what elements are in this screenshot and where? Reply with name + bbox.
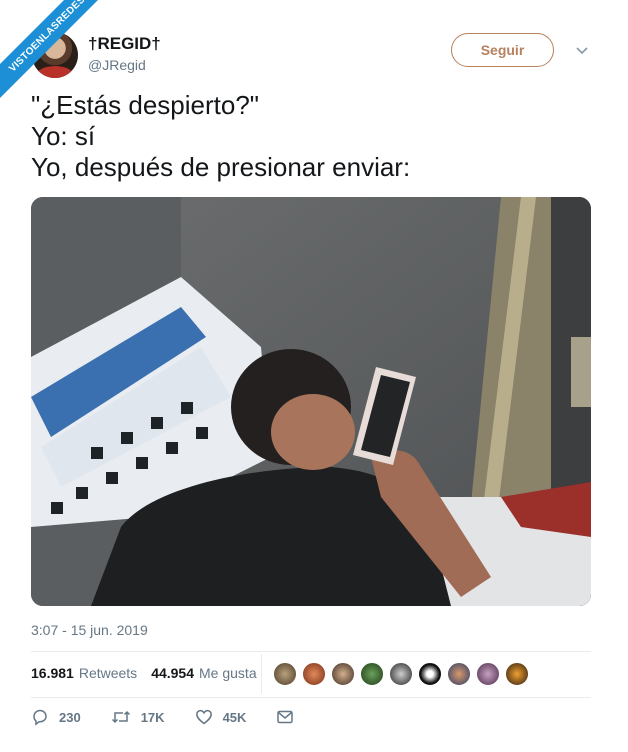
tweet-line: Yo, después de presionar enviar:: [31, 152, 411, 182]
divider: [31, 651, 591, 652]
avatar[interactable]: [476, 662, 500, 686]
chevron-down-icon[interactable]: [574, 42, 590, 58]
reply-count: 230: [59, 709, 81, 725]
engagement-stats: 16.981 Retweets 44.954 Me gusta: [31, 665, 257, 681]
like-button[interactable]: 45K: [195, 708, 247, 726]
stats-divider: [261, 654, 262, 694]
tweet-actions: 230 17K 45K: [31, 708, 334, 726]
retweet-count: 17K: [140, 709, 165, 725]
like-count: 45K: [222, 709, 247, 725]
tweet-line: Yo: sí: [31, 121, 96, 151]
envelope-icon: [277, 710, 294, 724]
retweets-count[interactable]: 16.981: [31, 665, 74, 681]
reply-button[interactable]: 230: [31, 708, 81, 726]
heart-icon: [195, 709, 212, 725]
avatar[interactable]: [389, 662, 413, 686]
retweet-icon: [111, 710, 130, 724]
tweet-photo[interactable]: [31, 197, 591, 606]
avatar[interactable]: [302, 662, 326, 686]
likes-count[interactable]: 44.954: [151, 665, 194, 681]
retweet-button[interactable]: 17K: [111, 708, 165, 726]
divider: [31, 697, 591, 698]
author-display-name[interactable]: †REGID†: [88, 34, 161, 54]
liker-avatars: [273, 662, 534, 686]
reply-icon: [33, 709, 47, 726]
tweet-line: "¿Estás despierto?": [31, 90, 260, 120]
follow-button[interactable]: Seguir: [451, 33, 554, 67]
likes-label[interactable]: Me gusta: [199, 665, 257, 681]
author-handle[interactable]: @JRegid: [88, 57, 146, 73]
tweet-timestamp[interactable]: 3:07 - 15 jun. 2019: [31, 622, 148, 638]
avatar[interactable]: [447, 662, 471, 686]
tweet-text: "¿Estás despierto?" Yo: sí Yo, después d…: [31, 90, 601, 183]
retweets-label[interactable]: Retweets: [79, 665, 137, 681]
avatar[interactable]: [505, 662, 529, 686]
avatar[interactable]: [273, 662, 297, 686]
avatar[interactable]: [331, 662, 355, 686]
avatar[interactable]: [418, 662, 442, 686]
direct-message-button[interactable]: [276, 709, 304, 725]
photo-illustration: [31, 197, 591, 606]
avatar[interactable]: [360, 662, 384, 686]
